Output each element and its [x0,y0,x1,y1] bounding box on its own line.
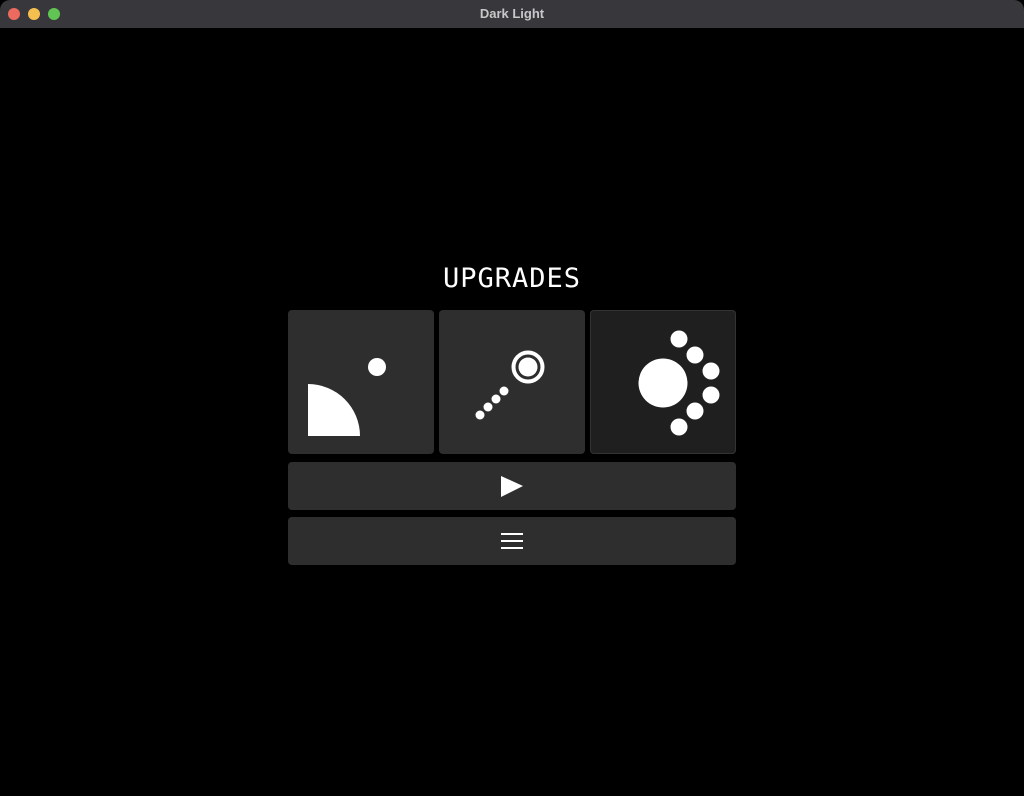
title-bar: Dark Light [0,0,1024,28]
menu-button[interactable] [288,517,736,565]
quarter-circle-orb-icon [308,358,386,436]
window-title: Dark Light [479,6,545,21]
upgrades-heading: UPGRADES [442,263,582,294]
play-button[interactable] [288,462,736,510]
menu-icon [501,533,523,549]
orbiting-dots-icon [638,330,720,436]
trail-ring-icon [475,350,545,420]
upgrade-tile-2[interactable] [439,310,585,454]
upgrade-tile-3[interactable] [590,310,736,454]
upgrade-tile-1[interactable] [288,310,434,454]
play-icon [501,476,523,497]
